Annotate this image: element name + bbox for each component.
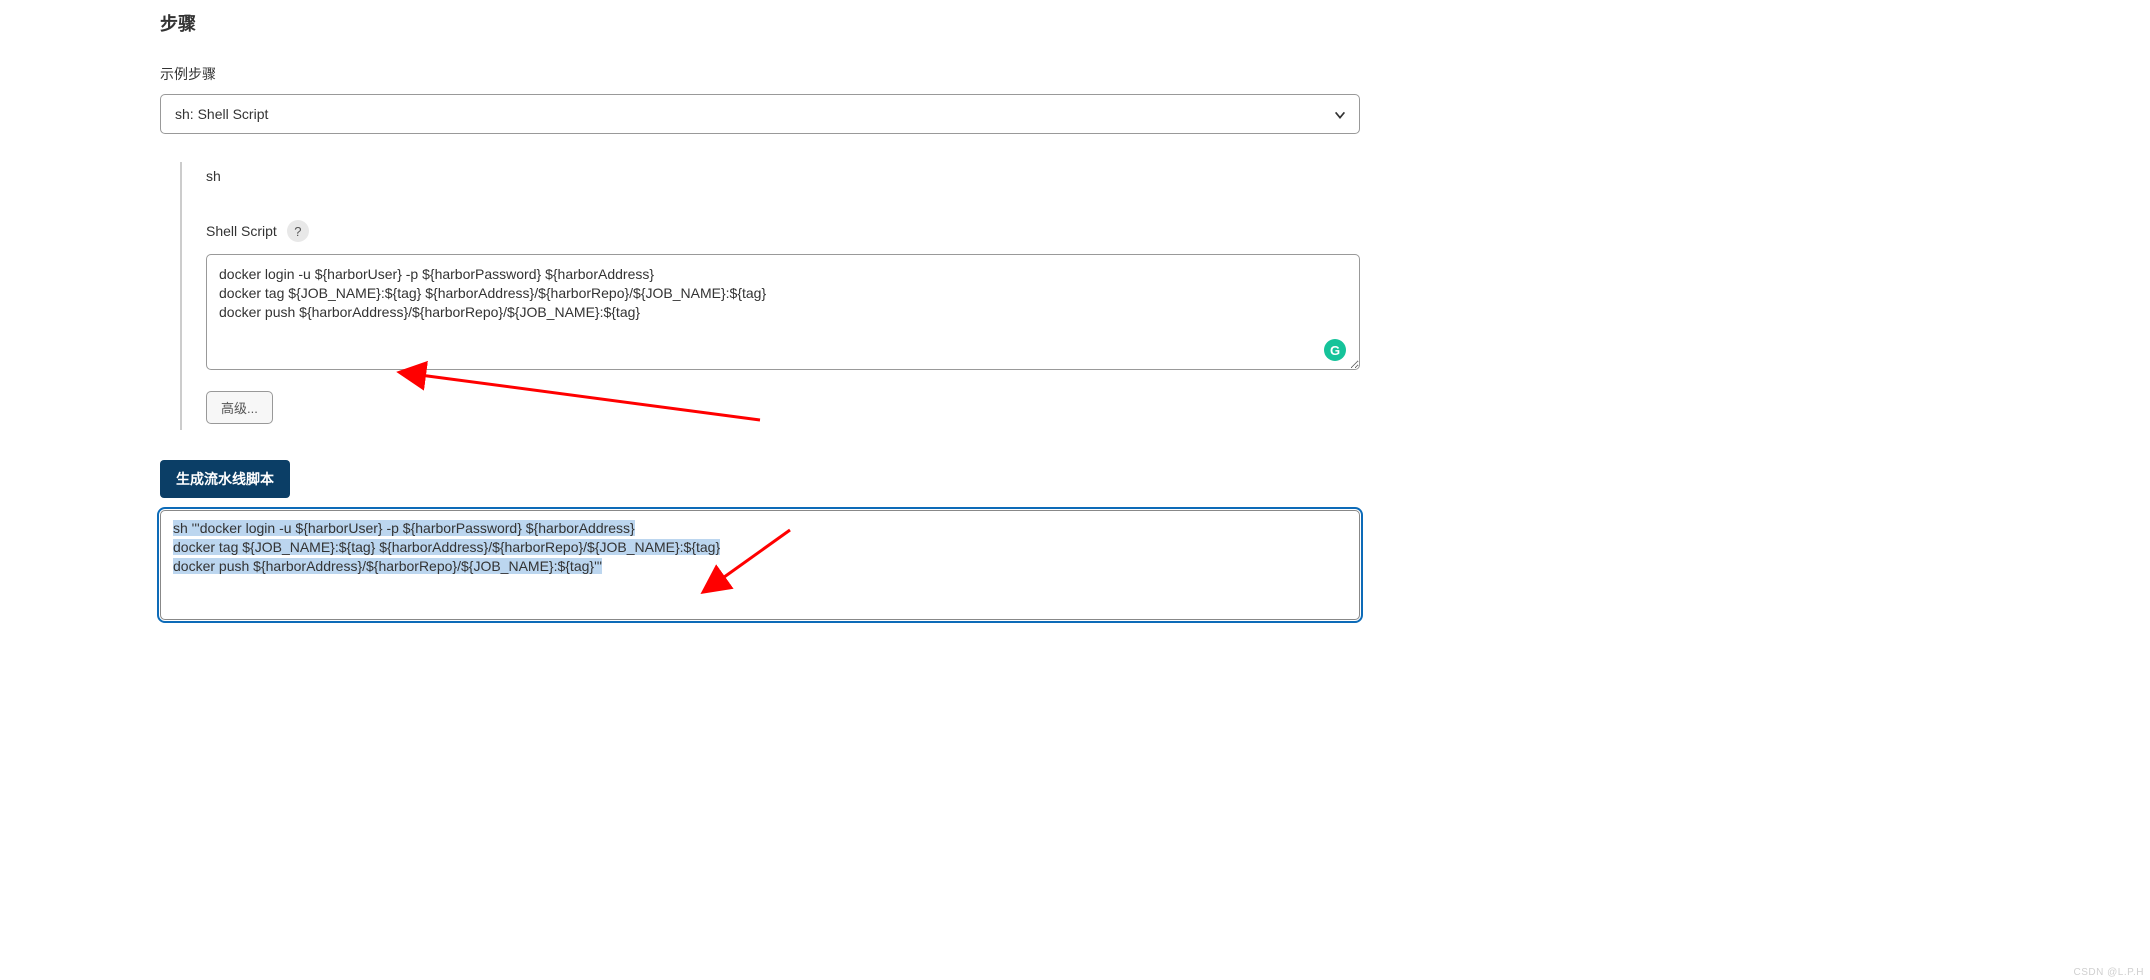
example-step-select-value: sh: Shell Script: [175, 106, 268, 122]
section-title: 步骤: [160, 10, 1360, 36]
shell-script-input[interactable]: [206, 254, 1360, 370]
pipeline-script-output-text: sh '''docker login -u ${harborUser} -p $…: [173, 520, 720, 574]
pipeline-script-output[interactable]: sh '''docker login -u ${harborUser} -p $…: [160, 510, 1360, 620]
step-detail-block: sh Shell Script ? G 高级...: [180, 162, 1360, 430]
watermark-text: CSDN @L.P.H: [2074, 967, 2145, 978]
step-command-name: sh: [206, 168, 1360, 184]
chevron-down-icon: [1333, 108, 1345, 120]
generate-pipeline-script-button[interactable]: 生成流水线脚本: [160, 460, 290, 498]
advanced-button[interactable]: 高级...: [206, 391, 273, 424]
help-icon[interactable]: ?: [287, 220, 309, 242]
example-step-select[interactable]: sh: Shell Script: [160, 94, 1360, 134]
shell-script-label: Shell Script: [206, 223, 277, 239]
example-step-label: 示例步骤: [160, 64, 1360, 84]
